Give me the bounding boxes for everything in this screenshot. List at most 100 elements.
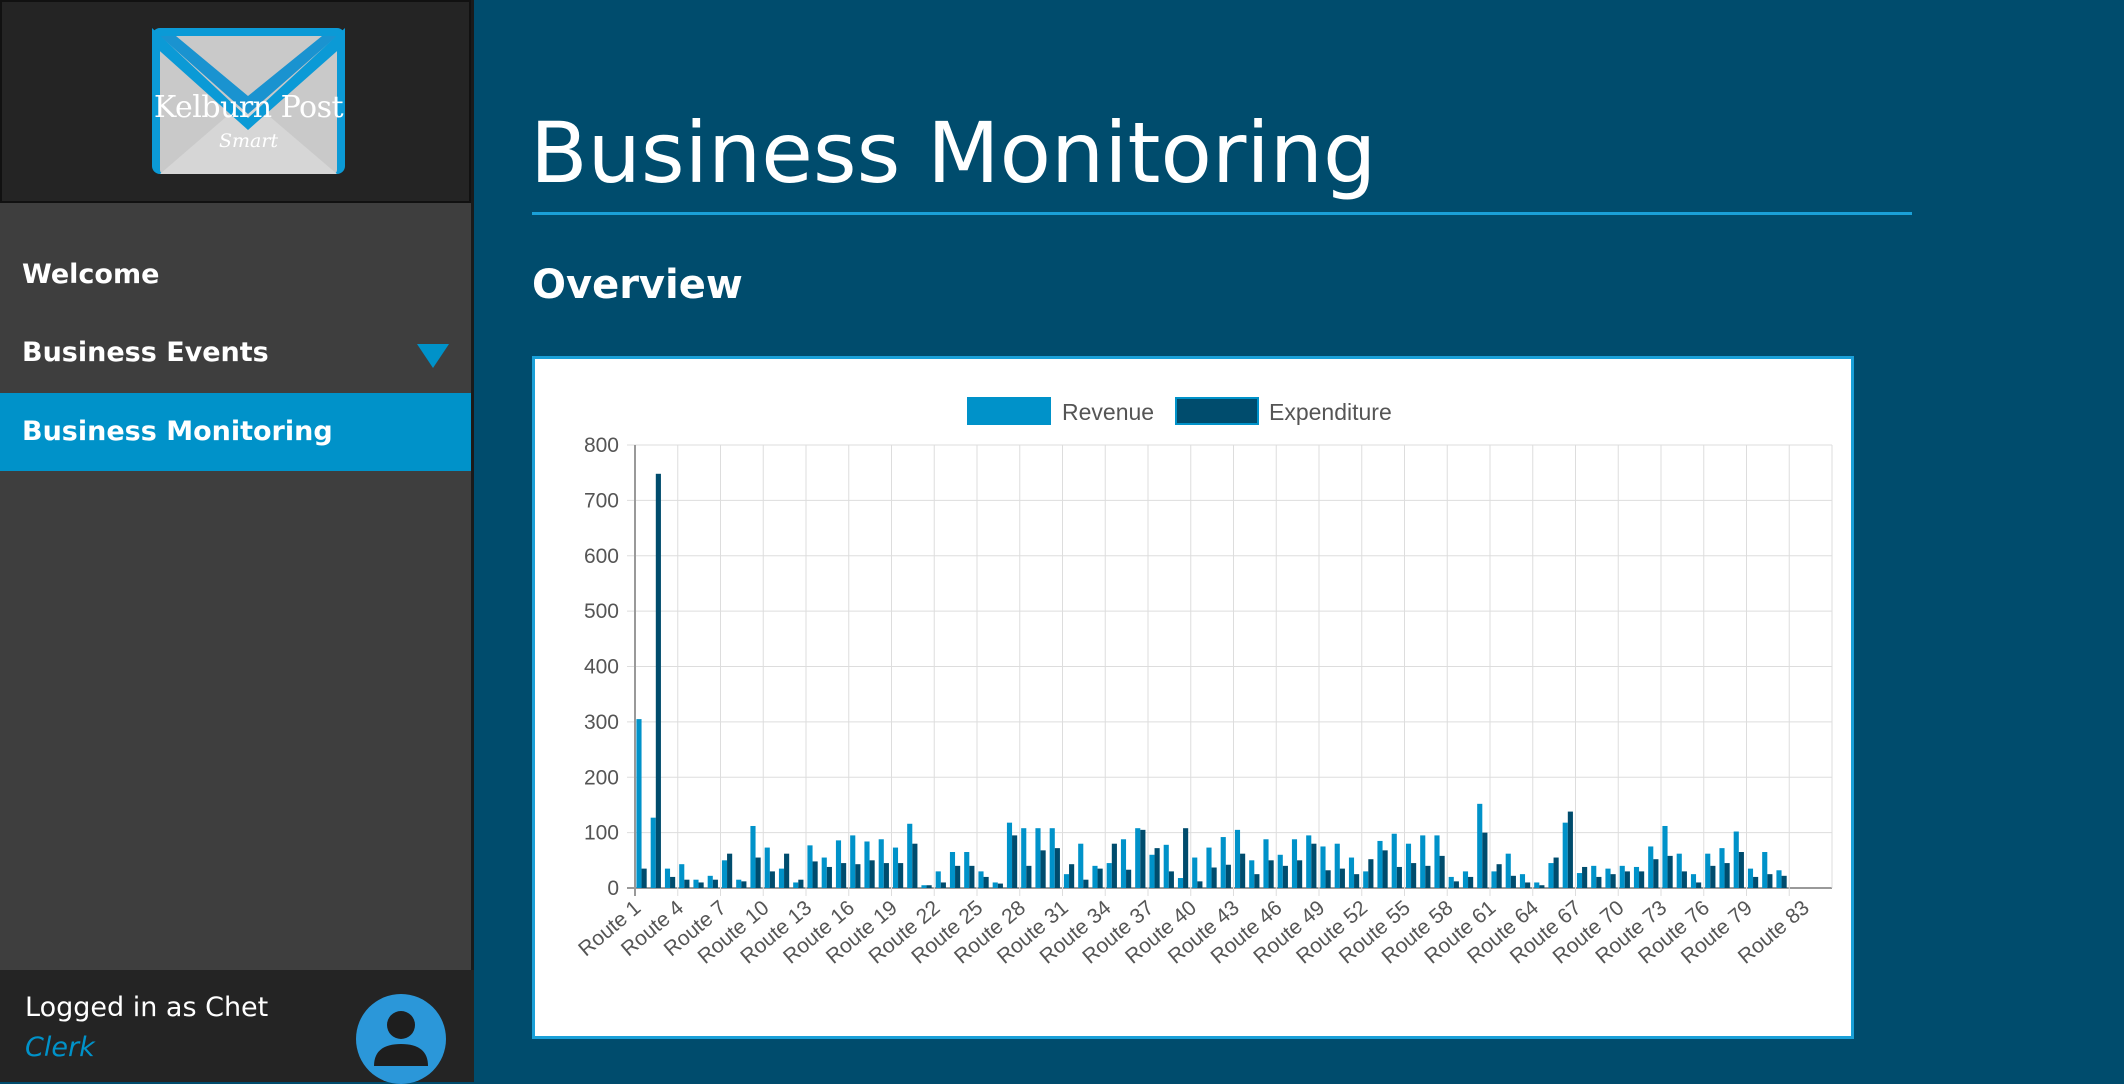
bar-revenue[interactable] — [1135, 828, 1141, 888]
bar-revenue[interactable] — [1719, 848, 1725, 888]
bar-expenditure[interactable] — [1097, 868, 1103, 888]
bar-expenditure[interactable] — [1396, 866, 1402, 888]
bar-revenue[interactable] — [1405, 843, 1412, 888]
bar-revenue[interactable] — [864, 841, 870, 888]
bar-expenditure[interactable] — [940, 882, 946, 888]
bar-expenditure[interactable] — [841, 863, 847, 888]
bar-revenue[interactable] — [992, 882, 998, 888]
bar-revenue[interactable] — [1477, 803, 1483, 888]
bar-revenue[interactable] — [978, 871, 984, 888]
bar-revenue[interactable] — [664, 868, 671, 888]
bar-expenditure[interactable] — [1553, 857, 1559, 888]
bar-expenditure[interactable] — [741, 881, 747, 888]
bar-expenditure[interactable] — [1311, 843, 1317, 888]
bar-expenditure[interactable] — [727, 853, 733, 888]
bar-revenue[interactable] — [1192, 857, 1198, 888]
bar-expenditure[interactable] — [1268, 860, 1274, 888]
bar-expenditure[interactable] — [1168, 871, 1174, 888]
bar-revenue[interactable] — [1063, 874, 1070, 888]
bar-revenue[interactable] — [907, 823, 913, 888]
bar-revenue[interactable] — [835, 840, 842, 888]
bar-revenue[interactable] — [1334, 843, 1340, 888]
bar-revenue[interactable] — [850, 835, 856, 888]
bar-expenditure[interactable] — [983, 876, 989, 888]
bar-revenue[interactable] — [707, 875, 713, 888]
bar-revenue[interactable] — [736, 879, 742, 888]
bar-revenue[interactable] — [1448, 876, 1454, 888]
bar-expenditure[interactable] — [926, 885, 932, 888]
bar-revenue[interactable] — [1733, 831, 1739, 888]
bar-revenue[interactable] — [1263, 839, 1269, 888]
bar-revenue[interactable] — [1120, 839, 1127, 888]
bar-revenue[interactable] — [1234, 829, 1241, 888]
bar-expenditure[interactable] — [1411, 863, 1417, 888]
bar-revenue[interactable] — [721, 860, 728, 888]
bar-expenditure[interactable] — [684, 879, 690, 888]
bar-revenue[interactable] — [1505, 853, 1511, 888]
bar-expenditure[interactable] — [1624, 871, 1630, 888]
bar-revenue[interactable] — [793, 882, 799, 888]
bar-revenue[interactable] — [1035, 828, 1041, 888]
bar-expenditure[interactable] — [1453, 881, 1459, 888]
bar-revenue[interactable] — [1576, 873, 1583, 888]
bar-expenditure[interactable] — [1111, 843, 1117, 888]
bar-expenditure[interactable] — [855, 864, 861, 888]
bar-revenue[interactable] — [650, 817, 656, 888]
bar-revenue[interactable] — [892, 847, 899, 888]
bar-expenditure[interactable] — [1781, 875, 1787, 888]
bar-revenue[interactable] — [1534, 882, 1540, 888]
bar-expenditure[interactable] — [1425, 865, 1431, 888]
bar-revenue[interactable] — [636, 719, 642, 888]
bar-expenditure[interactable] — [1126, 869, 1132, 888]
bar-expenditure[interactable] — [1667, 855, 1673, 888]
bar-revenue[interactable] — [679, 864, 685, 888]
bar-revenue[interactable] — [1420, 835, 1426, 888]
bar-expenditure[interactable] — [1582, 866, 1588, 888]
bar-revenue[interactable] — [1078, 843, 1084, 888]
bar-expenditure[interactable] — [1325, 870, 1331, 888]
bar-expenditure[interactable] — [769, 871, 775, 888]
sidebar-item-business-events[interactable]: Business Events — [0, 314, 471, 392]
bar-expenditure[interactable] — [1382, 850, 1388, 888]
bar-expenditure[interactable] — [1069, 864, 1075, 888]
bar-expenditure[interactable] — [969, 865, 975, 888]
bar-revenue[interactable] — [1106, 863, 1112, 888]
bar-expenditure[interactable] — [698, 882, 704, 888]
bar-expenditure[interactable] — [1696, 882, 1702, 888]
bar-expenditure[interactable] — [670, 876, 676, 888]
bar-revenue[interactable] — [1690, 874, 1697, 888]
bar-expenditure[interactable] — [1653, 859, 1659, 888]
bar-expenditure[interactable] — [712, 879, 718, 888]
bar-revenue[interactable] — [1092, 865, 1098, 888]
bar-expenditure[interactable] — [1240, 853, 1246, 888]
bar-expenditure[interactable] — [1197, 881, 1203, 888]
bar-revenue[interactable] — [764, 847, 770, 888]
bar-expenditure[interactable] — [1040, 850, 1046, 888]
bar-expenditure[interactable] — [1681, 871, 1687, 888]
bar-revenue[interactable] — [750, 825, 756, 888]
bar-revenue[interactable] — [1306, 835, 1312, 888]
bar-expenditure[interactable] — [1254, 874, 1260, 888]
caret-down-icon[interactable] — [417, 344, 449, 368]
bar-expenditure[interactable] — [1710, 865, 1716, 888]
bar-revenue[interactable] — [1619, 865, 1625, 888]
bar-revenue[interactable] — [1249, 860, 1255, 888]
bar-expenditure[interactable] — [1183, 828, 1189, 888]
bar-expenditure[interactable] — [1610, 874, 1616, 888]
avatar[interactable] — [356, 994, 446, 1084]
bar-expenditure[interactable] — [869, 860, 875, 888]
bar-revenue[interactable] — [1277, 854, 1283, 888]
bar-expenditure[interactable] — [1354, 874, 1360, 888]
bar-expenditure[interactable] — [1496, 864, 1502, 888]
bar-revenue[interactable] — [1434, 835, 1440, 888]
bar-expenditure[interactable] — [1140, 829, 1146, 888]
bar-expenditure[interactable] — [883, 863, 889, 888]
bar-expenditure[interactable] — [955, 865, 961, 888]
bar-expenditure[interactable] — [1539, 885, 1545, 888]
bar-revenue[interactable] — [1206, 847, 1212, 888]
bar-expenditure[interactable] — [1639, 871, 1645, 888]
bar-revenue[interactable] — [1177, 878, 1184, 888]
bar-expenditure[interactable] — [898, 863, 904, 888]
bar-expenditure[interactable] — [1012, 835, 1018, 888]
bar-expenditure[interactable] — [1482, 832, 1488, 888]
